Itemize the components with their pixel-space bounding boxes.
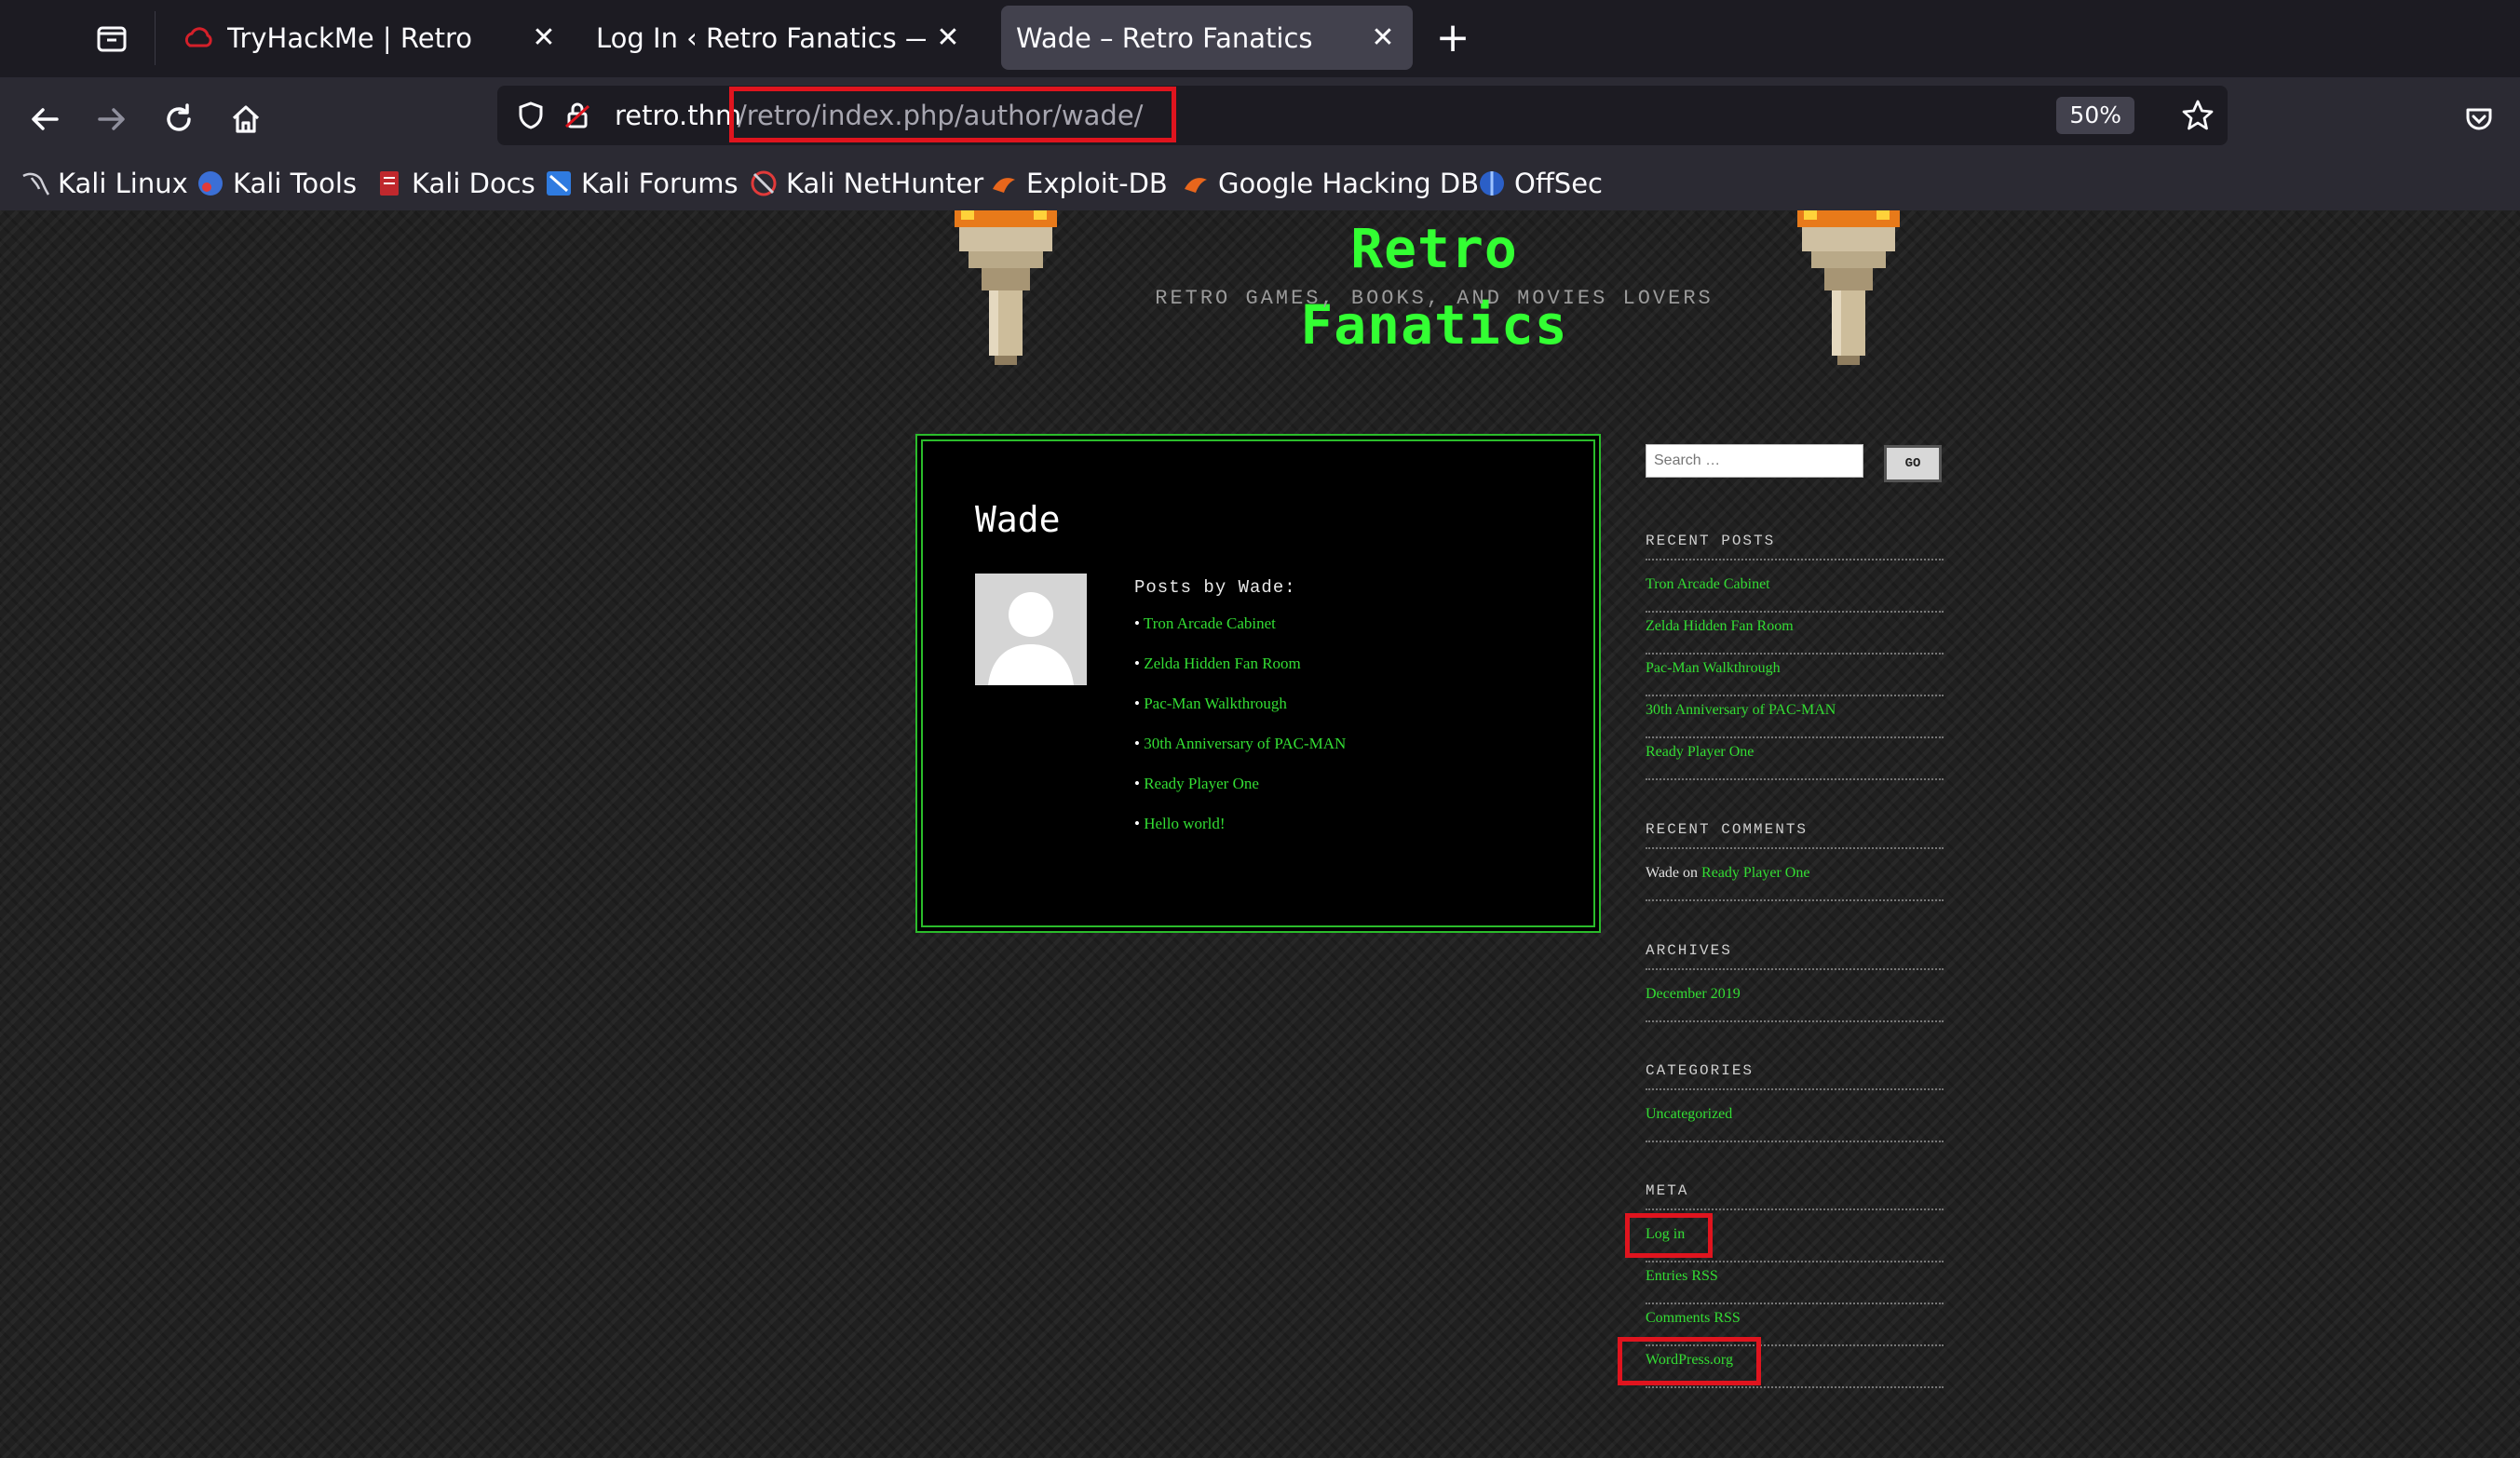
bookmark-exploit-db[interactable]: Exploit-DB <box>989 160 1168 207</box>
ghdb-icon <box>1185 178 1207 193</box>
bookmark-star-icon[interactable] <box>2181 99 2215 132</box>
search-go-button[interactable]: GO <box>1884 445 1942 482</box>
comment-on: on <box>1683 865 1699 881</box>
bookmark-label: Google Hacking DB <box>1218 168 1480 199</box>
login-highlight-box <box>1625 1213 1713 1258</box>
bookmark-label: Kali Forums <box>581 168 738 199</box>
tab-wade[interactable]: Wade – Retro Fanatics ✕ <box>1001 6 1413 70</box>
categories-title: CATEGORIES <box>1646 1062 1944 1090</box>
bookmark-kali-forums[interactable]: Kali Forums <box>544 160 738 207</box>
bookmark-kali-tools[interactable]: Kali Tools <box>196 160 357 207</box>
offsec-icon <box>1480 171 1504 196</box>
left-torch-icon <box>955 210 1057 365</box>
list-item: • Zelda Hidden Fan Room <box>1134 655 1301 672</box>
tab-title: Log In ‹ Retro Fanatics — WordPress <box>596 21 926 54</box>
comment-author: Wade <box>1646 865 1680 881</box>
bookmark-google-hacking-db[interactable]: Google Hacking DB <box>1181 160 1479 207</box>
tab-bar: TryHackMe | Retro ✕ Log In ‹ Retro Fanat… <box>0 0 2520 77</box>
bookmarks-toolbar: Kali Linux Kali Tools Kali Docs Kali For… <box>0 158 2520 210</box>
kali-docs-icon <box>380 171 399 196</box>
bookmark-label: OffSec <box>1514 168 1604 199</box>
recent-post-link[interactable]: Tron Arcade Cabinet <box>1646 572 1944 613</box>
author-posts-list: • Tron Arcade Cabinet • Zelda Hidden Fan… <box>1134 613 1346 853</box>
bookmark-label: Exploit-DB <box>1026 168 1168 199</box>
list-item: • Hello world! <box>1134 815 1226 832</box>
meta-title: META <box>1646 1182 1944 1210</box>
posts-by-heading: Posts by Wade: <box>1134 577 1296 598</box>
comment-post-link[interactable]: Ready Player One <box>1701 865 1809 881</box>
bookmark-label: Kali Tools <box>233 168 358 199</box>
recent-post-link[interactable]: Pac-Man Walkthrough <box>1646 655 1944 696</box>
tab-close-icon[interactable]: ✕ <box>1361 21 1405 54</box>
author-avatar <box>975 574 1087 685</box>
exploit-db-icon <box>993 178 1015 193</box>
tab-title: TryHackMe | Retro <box>227 21 473 54</box>
kali-tools-icon <box>198 171 223 196</box>
bookmark-label: Kali NetHunter <box>786 168 984 199</box>
bookmark-kali-linux[interactable]: Kali Linux <box>20 160 188 207</box>
new-tab-button[interactable]: + <box>1425 13 1481 63</box>
recent-posts-title: RECENT POSTS <box>1646 533 1944 560</box>
author-name-heading: Wade <box>975 499 1061 540</box>
post-link[interactable]: Tron Arcade Cabinet <box>1144 614 1276 632</box>
reload-icon[interactable] <box>153 96 205 142</box>
list-item: • Tron Arcade Cabinet <box>1134 614 1276 632</box>
meta-entries-rss-link[interactable]: Entries RSS <box>1646 1263 1944 1304</box>
address-bar[interactable]: retro.thm /retro/index.php/author/wade/ … <box>497 86 2228 145</box>
list-item: • 30th Anniversary of PAC-MAN <box>1134 735 1347 752</box>
archive-link[interactable]: December 2019 <box>1646 981 1944 1022</box>
recent-comments-title: RECENT COMMENTS <box>1646 821 1944 849</box>
url-host: retro.thm <box>615 100 742 131</box>
pocket-icon[interactable] <box>2453 96 2505 142</box>
navigation-toolbar: retro.thm /retro/index.php/author/wade/ … <box>0 77 2520 158</box>
bookmark-label: Kali Linux <box>58 168 188 199</box>
nethunter-icon <box>751 170 777 196</box>
search-input[interactable] <box>1646 444 1863 478</box>
tab-close-icon[interactable]: ✕ <box>522 21 566 54</box>
wordpress-highlight-box <box>1618 1337 1761 1385</box>
post-link[interactable]: 30th Anniversary of PAC-MAN <box>1144 735 1346 752</box>
tracking-shield-icon[interactable] <box>516 101 546 130</box>
right-torch-icon <box>1797 210 1900 365</box>
archives-title: ARCHIVES <box>1646 942 1944 970</box>
author-archive-box: Wade Posts by Wade: • Tron Arcade Cabine… <box>915 434 1601 933</box>
url-highlight-box <box>729 87 1176 142</box>
bookmark-offsec[interactable]: OffSec <box>1477 160 1603 207</box>
bookmark-label: Kali Docs <box>412 168 535 199</box>
bookmark-kali-nethunter[interactable]: Kali NetHunter <box>749 160 983 207</box>
category-link[interactable]: Uncategorized <box>1646 1101 1944 1142</box>
tryhackme-favicon-icon <box>184 26 212 47</box>
tab-tryhackme[interactable]: TryHackMe | Retro ✕ <box>164 6 574 70</box>
list-item: • Ready Player One <box>1134 775 1259 792</box>
forward-arrow-icon[interactable] <box>86 96 138 142</box>
site-description: RETRO GAMES, BOOKS, AND MOVIES LOVERS <box>1155 287 1714 310</box>
home-icon[interactable] <box>220 96 272 142</box>
tab-login[interactable]: Log In ‹ Retro Fanatics — WordPress ✕ <box>577 6 978 70</box>
post-link[interactable]: Pac-Man Walkthrough <box>1144 695 1287 712</box>
recent-post-link[interactable]: Zelda Hidden Fan Room <box>1646 614 1944 655</box>
post-link[interactable]: Ready Player One <box>1144 775 1259 792</box>
tab-separator <box>155 11 156 65</box>
bookmark-kali-docs[interactable]: Kali Docs <box>374 160 535 207</box>
tab-close-icon[interactable]: ✕ <box>926 21 970 54</box>
recent-comment-item: Wade on Ready Player One <box>1646 860 1944 901</box>
tab-title: Wade – Retro Fanatics <box>1016 21 1313 54</box>
default-avatar-icon <box>975 574 1087 685</box>
recent-post-link[interactable]: Ready Player One <box>1646 739 1944 780</box>
zoom-level[interactable]: 50% <box>2056 97 2134 134</box>
web-page: Retro Fanatics RETRO GAMES, BOOKS, AND M… <box>0 210 2520 1458</box>
kali-dragon-icon <box>22 172 50 196</box>
list-item: • Pac-Man Walkthrough <box>1134 695 1287 712</box>
tab-list-icon[interactable] <box>76 17 147 60</box>
post-link[interactable]: Hello world! <box>1144 815 1225 832</box>
recent-post-link[interactable]: 30th Anniversary of PAC-MAN <box>1646 697 1944 738</box>
insecure-lock-icon[interactable] <box>562 101 592 130</box>
back-arrow-icon[interactable] <box>19 96 71 142</box>
post-link[interactable]: Zelda Hidden Fan Room <box>1144 655 1301 672</box>
kali-forums-icon <box>547 171 571 196</box>
